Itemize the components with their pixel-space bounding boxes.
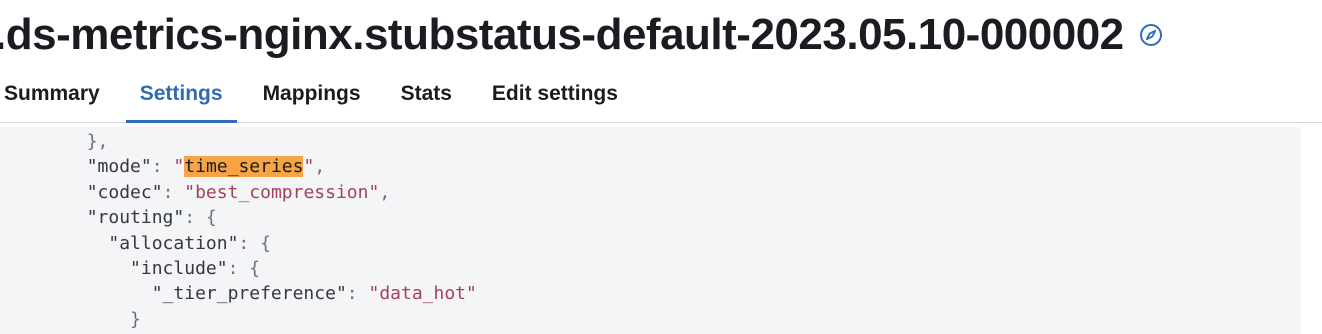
code-line: "codec": "best_compression", xyxy=(0,180,1301,205)
code-line: "_tier_preference": "data_hot" xyxy=(0,281,1301,306)
code-token: } xyxy=(130,308,141,330)
code-token: , xyxy=(379,181,391,203)
code-token: : { xyxy=(184,207,217,229)
code-token: " xyxy=(173,156,185,178)
code-token: "_tier_preference" xyxy=(151,283,347,305)
code-token: : xyxy=(346,283,369,305)
tab-settings[interactable]: Settings xyxy=(120,66,243,123)
tab-bar: Summary Settings Mappings Stats Edit set… xyxy=(0,66,1322,123)
code-token: : { xyxy=(227,257,261,279)
code-token: : xyxy=(162,181,185,203)
code-line: } xyxy=(0,307,1301,332)
code-line: "allocation": { xyxy=(0,231,1301,256)
code-token: " xyxy=(303,156,315,178)
title-row: .ds-metrics-nginx.stubstatus-default-202… xyxy=(0,6,1164,64)
tab-stats[interactable]: Stats xyxy=(381,66,472,122)
code-token: "mode" xyxy=(86,156,152,178)
code-token: "data_hot" xyxy=(368,283,477,305)
settings-json: }, "mode": "time_series", "codec": "best… xyxy=(0,127,1301,332)
code-line: "routing": { xyxy=(0,205,1301,230)
code-token: "include" xyxy=(130,257,228,279)
search-highlight: time_series xyxy=(184,156,304,178)
compass-icon[interactable] xyxy=(1138,22,1164,48)
code-line: "mode": "time_series", xyxy=(0,154,1301,179)
code-token: , xyxy=(314,156,326,178)
tab-summary[interactable]: Summary xyxy=(0,66,120,122)
tab-edit-settings[interactable]: Edit settings xyxy=(472,66,638,122)
code-token: }, xyxy=(86,131,109,152)
settings-code-block[interactable]: }, "mode": "time_series", "codec": "best… xyxy=(0,127,1301,334)
scrollbar[interactable] xyxy=(1301,127,1322,334)
code-line: "include": { xyxy=(0,256,1301,281)
page-title: .ds-metrics-nginx.stubstatus-default-202… xyxy=(0,10,1124,59)
code-token: "routing" xyxy=(86,207,185,229)
code-line: }, xyxy=(0,129,1301,154)
code-token: : { xyxy=(238,232,271,254)
tab-mappings[interactable]: Mappings xyxy=(243,66,381,122)
code-token: "allocation" xyxy=(108,232,239,254)
code-token: : xyxy=(151,156,174,178)
code-token: "best_compression" xyxy=(184,181,380,203)
code-token: "codec" xyxy=(86,181,163,203)
